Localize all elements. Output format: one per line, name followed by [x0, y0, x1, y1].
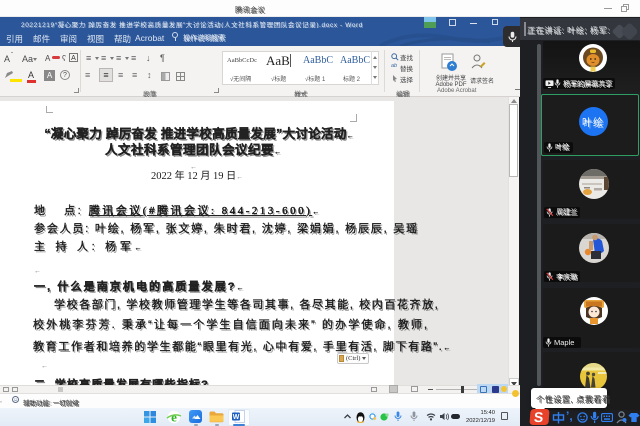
- svg-text:W: W: [233, 414, 240, 421]
- svg-text:e: e: [171, 410, 177, 425]
